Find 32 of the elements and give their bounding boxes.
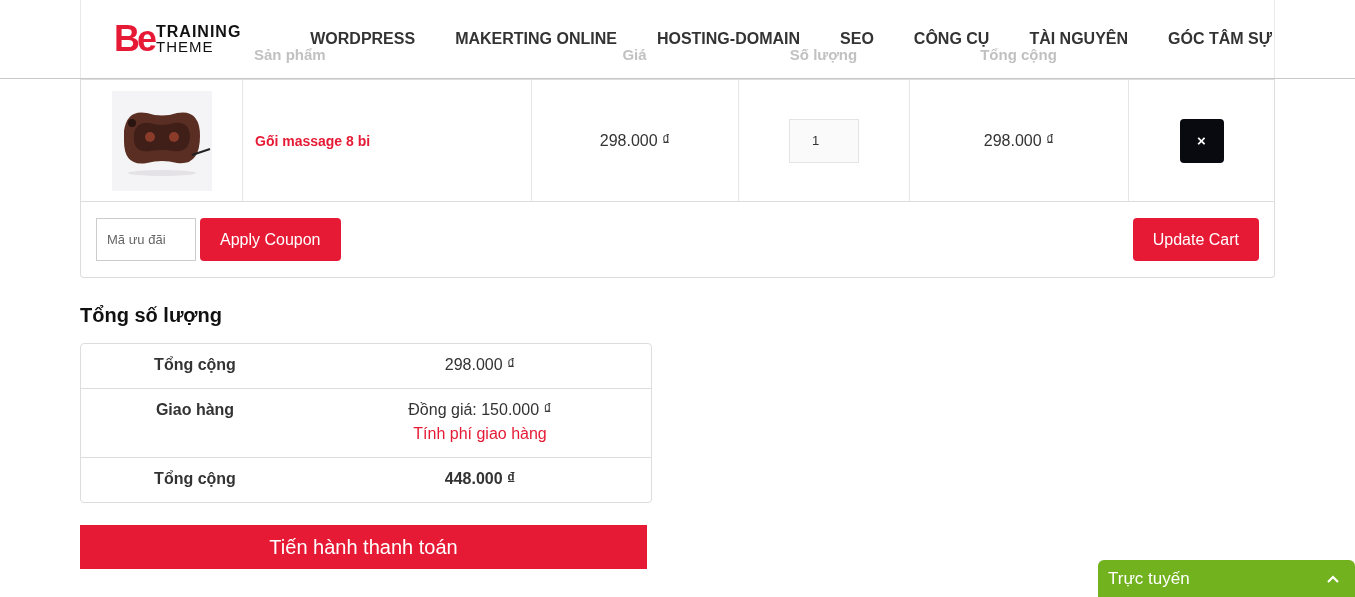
apply-coupon-button[interactable]: Apply Coupon [200,218,341,261]
column-heading: Số lượng [789,46,858,63]
nav-link[interactable]: SEO [840,30,874,48]
row-value: Đồng giá: 150.000 ₫ [407,401,553,419]
chevron-up-icon[interactable] [1327,574,1339,583]
subtotal-text: 298.000 ₫ [983,131,1055,149]
nav-link[interactable]: GÓC TÂM SỰ [1168,30,1272,48]
logo-text: TRAINING [156,24,242,39]
row-label: Tổng cộng [154,356,236,373]
logo-text: THEME [156,39,214,54]
nav-link[interactable]: HOSTING-DOMAIN [656,30,801,48]
row-label: Tổng cộng [154,470,236,487]
row-value: 298.000 ₫ [443,356,517,374]
chat-label: Trực tuyến [1108,568,1190,589]
section-title: Tổng số lượng [80,304,223,327]
nav-link[interactable]: MAKERTING ONLINE [455,30,617,48]
checkout-button[interactable]: Tiến hành thanh toán [80,525,647,569]
row-label: Giao hàng [155,401,235,418]
quantity-field[interactable]: 1 [789,118,859,163]
nav-link[interactable]: WORDPRESS [310,30,416,48]
coupon-field[interactable]: Mã ưu đãi [96,218,196,261]
price-text: 298.000 ₫ [599,131,671,149]
column-heading: Giá [622,46,647,63]
remove-button[interactable]: × [1179,118,1224,163]
row-value: 448.000 ₫ [443,470,517,488]
column-heading: Tổng cộng [980,46,1057,63]
update-cart-button[interactable]: Update Cart [1132,218,1259,261]
logo-mark[interactable]: Be [114,21,155,57]
product-link[interactable]: Gối massage 8 bi [244,132,371,149]
nav-link[interactable]: CÔNG CỤ [913,30,990,48]
nav-link[interactable]: TÀI NGUYÊN [1029,30,1129,48]
shipping-link[interactable]: Tính phí giao hàng [309,425,651,443]
